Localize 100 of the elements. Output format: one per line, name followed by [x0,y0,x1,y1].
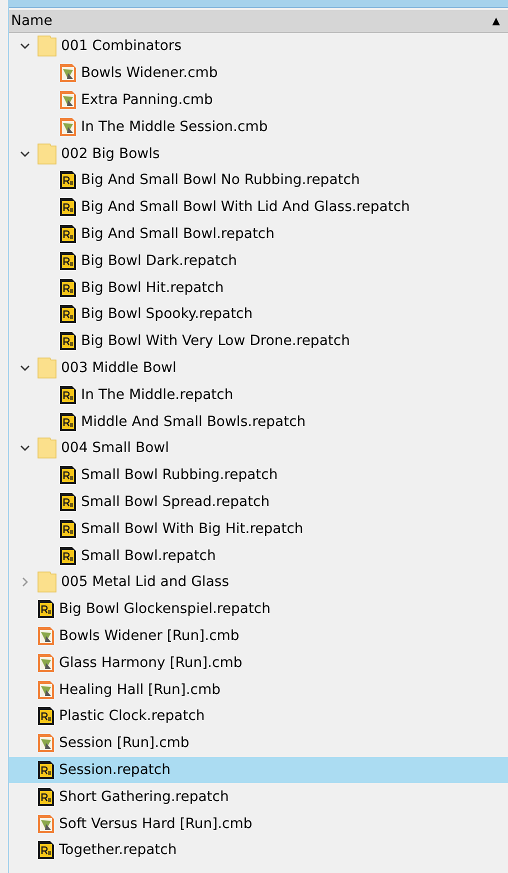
tree-row[interactable]: Big Bowl Spooky.repatch [9,300,508,328]
file-name: In The Middle.repatch [81,386,234,403]
tree-row[interactable]: Session [Run].cmb [9,730,508,757]
tree-row[interactable]: 005 Metal Lid and Glass [9,568,508,596]
tree-row[interactable]: Glass Harmony [Run].cmb [9,649,508,676]
tree-row[interactable]: Big Bowl With Very Low Drone.repatch [9,328,508,355]
file-name: Small Bowl Rubbing.repatch [81,467,278,484]
file-name: Plastic Clock.repatch [59,708,205,724]
tree-row[interactable]: In The Middle Session.cmb [9,113,508,140]
tree-row[interactable]: Small Bowl With Big Hit.repatch [9,515,508,542]
folder-name: 002 Big Bowls [61,146,160,162]
file-name: Big Bowl Spooky.repatch [81,306,253,322]
tree-row[interactable]: Big And Small Bowl No Rubbing.repatch [9,166,508,194]
file-name: Big Bowl Dark.repatch [81,252,238,269]
file-name: Bowls Widener.cmb [81,65,218,82]
file-name: Session.repatch [59,762,170,778]
tree-row[interactable]: Soft Versus Hard [Run].cmb [9,810,508,837]
document-icon [37,626,55,646]
folder-name: 005 Metal Lid and Glass [61,574,229,590]
file-name: Session [Run].cmb [59,735,190,752]
tree-row[interactable]: Bowls Widener [Run].cmb [9,622,508,650]
tree-row[interactable]: Together.repatch [9,836,508,864]
tree-row[interactable]: Big And Small Bowl With Lid And Glass.repatch [9,194,508,221]
tree-row[interactable]: 004 Small Bowl [9,434,508,462]
chevron-down-icon[interactable] [20,41,30,52]
patch-file-icon [37,760,55,780]
folder-icon [37,356,57,379]
patch-file-icon [37,706,55,726]
file-name: Big And Small Bowl.repatch [81,226,274,242]
chevron-down-icon[interactable] [20,443,30,454]
file-name: Big Bowl Hit.repatch [81,280,224,296]
file-name: Bowls Widener [Run].cmb [59,628,240,644]
sort-indicator: ▲ [492,16,500,26]
file-name: Soft Versus Hard [Run].cmb [59,816,252,832]
document-icon [37,652,55,673]
tree-row[interactable]: Small Bowl Spread.repatch [9,488,508,516]
patch-file-icon [59,278,77,298]
file-name: Extra Panning.cmb [81,92,213,108]
file-name: Together.repatch [59,842,177,858]
folder-icon [37,35,57,58]
tree-row[interactable]: In The Middle.repatch [9,381,508,408]
patch-file-icon [37,786,55,807]
file-name: Big Bowl Glockenspiel.repatch [59,601,270,618]
file-name: Healing Hall [Run].cmb [59,682,220,698]
document-icon [37,814,55,834]
tree-row[interactable]: Big Bowl Dark.repatch [9,247,508,274]
document-icon [59,90,77,110]
patch-file-icon [59,465,77,486]
patch-file-icon [59,170,77,190]
file-name: Middle And Small Bowls.repatch [81,414,306,430]
file-name: Small Bowl.repatch [81,548,216,564]
file-name: Small Bowl Spread.repatch [81,494,270,510]
tree-row[interactable]: 002 Big Bowls [9,140,508,167]
patch-file-icon [37,840,55,860]
document-icon [37,680,55,700]
tree-row[interactable]: Big Bowl Glockenspiel.repatch [9,596,508,623]
document-icon [37,733,55,754]
chevron-down-icon[interactable] [20,362,30,373]
chevron-down-icon[interactable] [20,148,30,159]
document-icon [59,116,77,137]
file-name: Glass Harmony [Run].cmb [59,654,242,671]
patch-file-icon [59,384,77,405]
tree-row[interactable]: Big Bowl Hit.repatch [9,274,508,301]
file-name: Small Bowl With Big Hit.repatch [81,520,304,537]
tree-row[interactable]: Small Bowl Rubbing.repatch [9,462,508,489]
patch-file-icon [59,546,77,566]
tree-row[interactable]: Healing Hall [Run].cmb [9,676,508,703]
file-name: Big Bowl With Very Low Drone.repatch [81,333,350,350]
patch-file-icon [37,599,55,620]
file-name: In The Middle Session.cmb [81,118,268,135]
column-header[interactable]: Name ▲ [9,10,508,33]
patch-file-icon [59,518,77,539]
tree-row[interactable]: Middle And Small Bowls.repatch [9,408,508,435]
tree-row[interactable]: Session.repatch [9,756,508,784]
patch-file-icon [59,331,77,352]
patch-file-icon [59,304,77,324]
file-name: Big And Small Bowl No Rubbing.repatch [81,172,360,188]
folder-name: 001 Combinators [61,38,182,54]
patch-file-icon [59,224,77,244]
folder-icon [37,437,57,460]
file-name: Short Gathering.repatch [59,788,229,805]
folder-icon [37,571,57,594]
document-icon [59,63,77,84]
folder-name: 004 Small Bowl [61,440,170,456]
patch-file-icon [59,412,77,432]
tree-row[interactable]: Small Bowl.repatch [9,542,508,569]
tree-row[interactable]: 001 Combinators [9,33,508,60]
tree-row[interactable]: Plastic Clock.repatch [9,702,508,730]
column-title: Name [11,13,52,29]
tree-row[interactable]: 003 Middle Bowl [9,354,508,382]
folder-icon [37,142,57,165]
tree-row[interactable]: Bowls Widener.cmb [9,60,508,87]
patch-file-icon [59,250,77,271]
tree-row[interactable]: Short Gathering.repatch [9,783,508,810]
file-name: Big And Small Bowl With Lid And Glass.repatch [81,199,410,216]
tree-row[interactable]: Extra Panning.cmb [9,86,508,114]
folder-name: 003 Middle Bowl [61,360,176,376]
patch-file-icon [59,492,77,512]
tree-row[interactable]: Big And Small Bowl.repatch [9,220,508,248]
patch-file-icon [59,197,77,218]
